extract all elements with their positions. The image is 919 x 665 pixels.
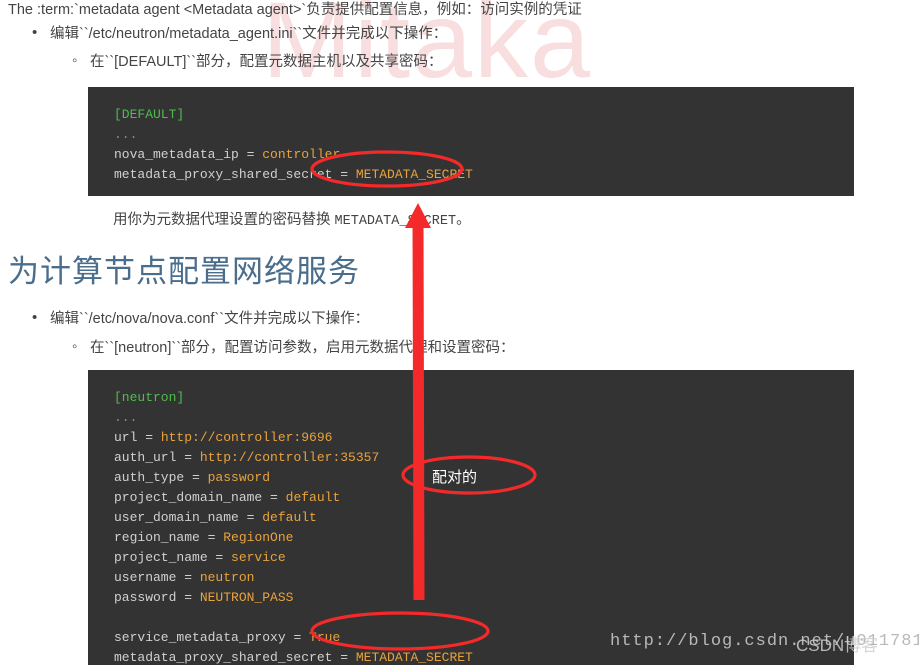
code2-line: service_metadata_proxy = True — [114, 628, 854, 648]
code2-line: url = http://controller:9696 — [114, 428, 854, 448]
sub-bullet-neutron-section: 在``[neutron]``部分，配置访问参数，启用元数据代理和设置密码： — [72, 337, 515, 358]
ini-value: METADATA_SECRET — [355, 650, 473, 665]
ini-section-header: [DEFAULT] — [114, 107, 185, 122]
code1-line: [DEFAULT] — [114, 105, 854, 125]
code2-line: project_name = service — [114, 548, 854, 568]
code2-line: auth_type = password — [114, 468, 854, 488]
page-root: Mitaka The :term:`metadata agent <Metada… — [0, 0, 919, 665]
code2-line: region_name = RegionOne — [114, 528, 854, 548]
code2-line: ... — [114, 408, 854, 428]
ini-operator: = — [285, 630, 310, 645]
note-suffix: 。 — [456, 212, 471, 228]
ini-value: NEUTRON_PASS — [199, 590, 294, 605]
ini-value: default — [262, 510, 317, 525]
ini-operator: = — [176, 450, 200, 465]
code2-line — [114, 608, 854, 628]
ini-key: auth_url — [114, 450, 177, 465]
ini-value: http://controller:9696 — [160, 430, 333, 445]
ini-key: metadata_proxy_shared_secret — [114, 167, 333, 182]
intro-paragraph: The :term:`metadata agent <Metadata agen… — [8, 2, 582, 18]
ini-key: nova_metadata_ip — [114, 147, 239, 162]
ini-key: username — [114, 570, 177, 585]
ini-operator: = — [238, 147, 263, 162]
ini-operator: = — [332, 650, 356, 665]
code2-line: [neutron] — [114, 388, 854, 408]
code2-line: user_domain_name = default — [114, 508, 854, 528]
code-block-nova-conf: [neutron]... url = http://controller:9696… — [88, 370, 854, 665]
ini-ellipsis: ... — [114, 127, 138, 142]
ini-value: http://controller:35357 — [199, 450, 380, 465]
note-replace-metadata-secret: 用你为元数据代理设置的密码替换 METADATA_SECRET。 — [113, 210, 471, 232]
ini-value: neutron — [199, 570, 255, 585]
ini-operator: = — [184, 470, 208, 485]
bullet-edit-metadata-agent-ini: 编辑``/etc/neutron/metadata_agent.ini``文件并… — [32, 23, 447, 44]
sub-bullet-default-section: 在``[DEFAULT]``部分，配置元数据主机以及共享密码： — [72, 51, 443, 72]
code1-line: ... — [114, 125, 854, 145]
ini-value: controller — [262, 147, 341, 162]
ini-key: auth_type — [114, 470, 185, 485]
ini-operator: = — [262, 490, 286, 505]
ini-operator: = — [207, 550, 232, 565]
code1-line: nova_metadata_ip = controller — [114, 145, 854, 165]
ini-operator: = — [238, 510, 263, 525]
ini-value: default — [285, 490, 341, 505]
bullet-edit-nova-conf: 编辑``/etc/nova/nova.conf``文件并完成以下操作： — [32, 308, 369, 329]
ini-value: service — [231, 550, 286, 565]
ini-key: region_name — [114, 530, 200, 545]
ini-key: url — [114, 430, 138, 445]
ini-key: service_metadata_proxy — [114, 630, 286, 645]
ini-value: True — [309, 630, 341, 645]
code-block-metadata-agent-ini: [DEFAULT]... nova_metadata_ip = controlle… — [88, 87, 854, 196]
code1-line: metadata_proxy_shared_secret = METADATA_… — [114, 165, 854, 185]
code2-line: username = neutron — [114, 568, 854, 588]
ini-value: RegionOne — [223, 530, 294, 545]
code2-line: metadata_proxy_shared_secret = METADATA_… — [114, 648, 854, 665]
code2-line: project_domain_name = default — [114, 488, 854, 508]
ini-value: password — [207, 470, 271, 485]
ini-key: password — [114, 590, 177, 605]
note-mono-token: METADATA_SECRET — [334, 214, 457, 229]
note-prefix: 用你为元数据代理设置的密码替换 — [113, 212, 335, 228]
ini-key: project_name — [114, 550, 208, 565]
ini-value: METADATA_SECRET — [355, 167, 473, 182]
ini-operator: = — [137, 430, 161, 445]
ini-key: user_domain_name — [114, 510, 239, 525]
code2-line: auth_url = http://controller:35357 — [114, 448, 854, 468]
ini-key: project_domain_name — [114, 490, 263, 505]
code2-line: password = NEUTRON_PASS — [114, 588, 854, 608]
ini-operator: = — [199, 530, 224, 545]
ini-key: metadata_proxy_shared_secret — [114, 650, 333, 665]
ini-operator: = — [176, 590, 200, 605]
ini-ellipsis: ... — [114, 410, 138, 425]
ini-section-header: [neutron] — [114, 390, 185, 405]
ini-operator: = — [176, 570, 200, 585]
page-title: 为计算节点配置网络服务 — [8, 254, 360, 289]
ini-operator: = — [332, 167, 356, 182]
